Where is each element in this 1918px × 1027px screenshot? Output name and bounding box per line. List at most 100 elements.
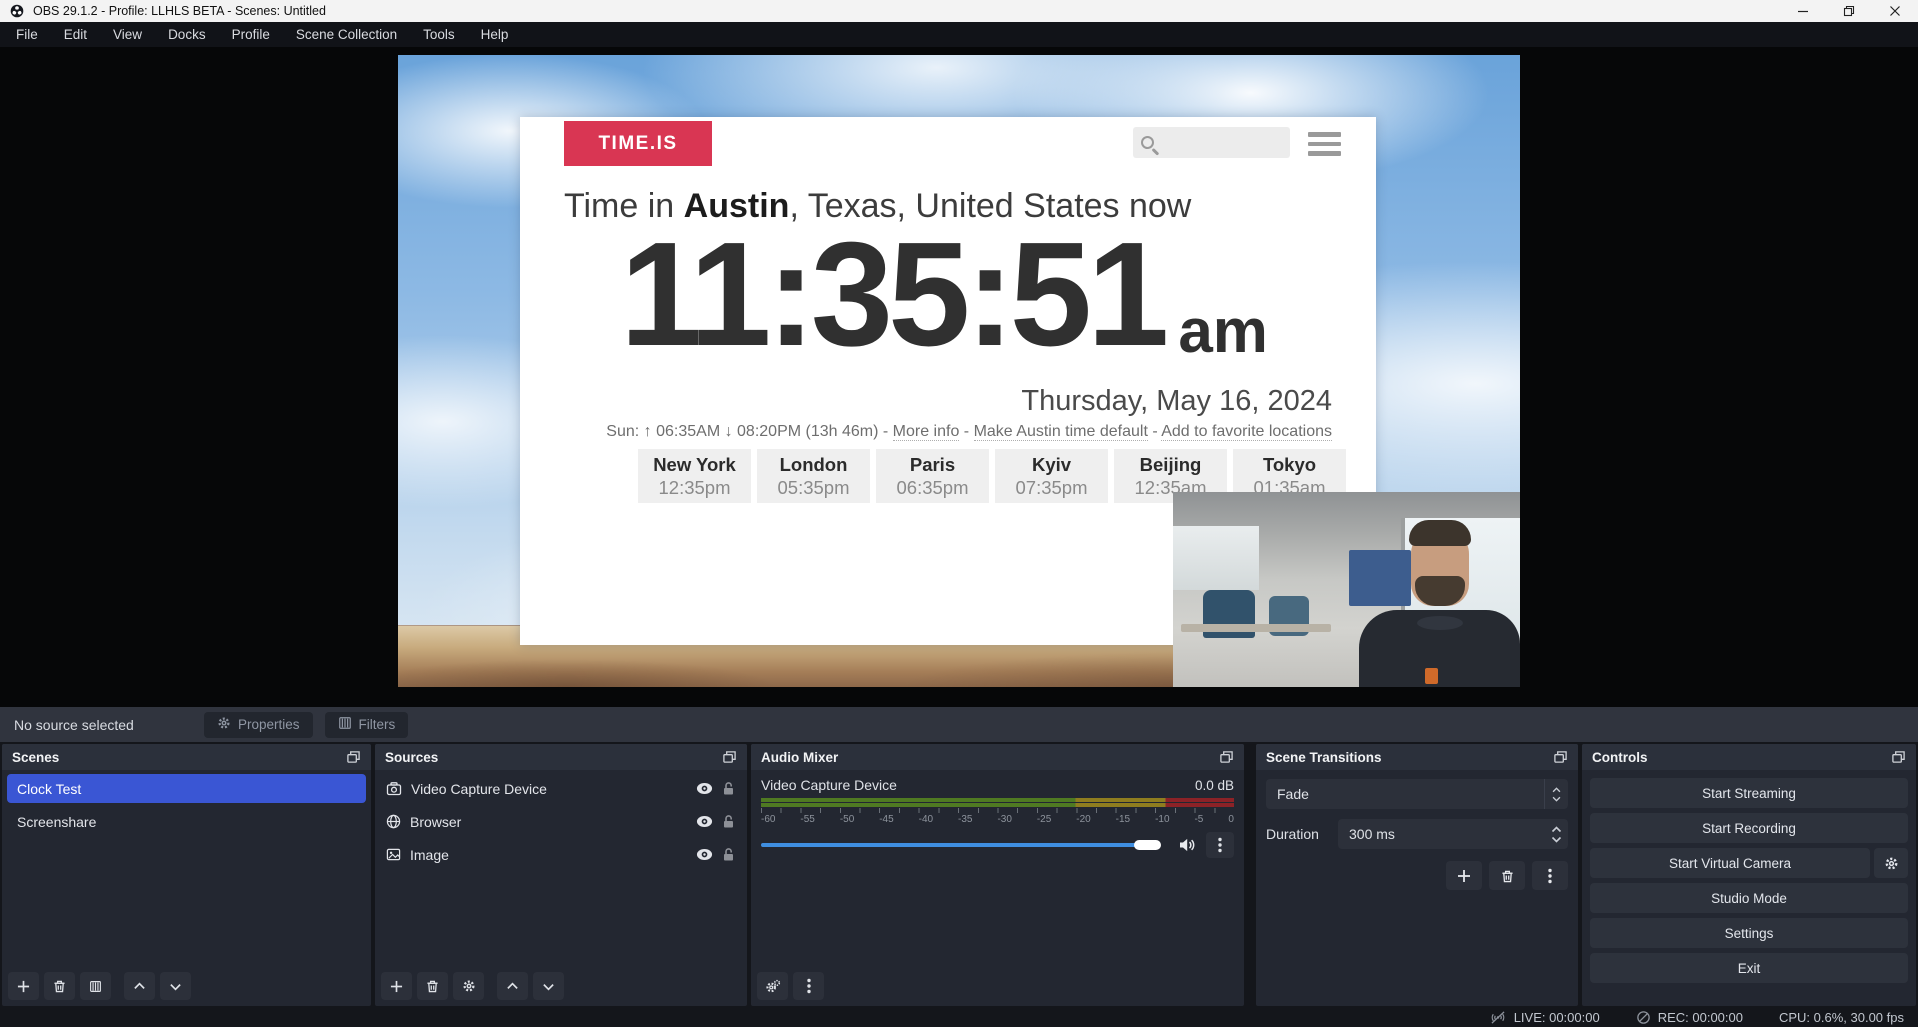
globe-icon [386,814,401,829]
popout-icon [1219,750,1234,764]
rec-status: REC: 00:00:00 [1636,1010,1743,1025]
eye-icon[interactable] [696,782,713,795]
start-virtual-camera-button[interactable]: Start Virtual Camera [1590,848,1870,878]
lock-icon[interactable] [722,814,735,829]
spin-chevrons-icon[interactable] [1544,819,1568,849]
mixer-toolbar [751,966,1244,1006]
hamburger-menu-icon [1308,132,1341,156]
advanced-audio-button[interactable] [757,972,788,1000]
scenes-list: Clock Test Screenshare [2,770,371,966]
obs-window: OBS 29.1.2 - Profile: LLHLS BETA - Scene… [0,0,1918,1027]
audio-mixer-header[interactable]: Audio Mixer [751,744,1244,770]
start-recording-button[interactable]: Start Recording [1590,813,1908,843]
gear-icon [1884,856,1899,871]
source-item-image[interactable]: Image [375,840,747,869]
lock-icon[interactable] [722,847,735,862]
source-item-browser[interactable]: Browser [375,807,747,836]
scene-filters-button[interactable] [80,972,111,1000]
source-properties-button[interactable] [453,972,484,1000]
controls-header[interactable]: Controls [1582,744,1916,770]
add-source-button[interactable] [381,972,412,1000]
hoodie-logo [1425,668,1438,684]
settings-button[interactable]: Settings [1590,918,1908,948]
source-move-up-button[interactable] [497,972,528,1000]
city-newyork: New York12:35pm [638,449,751,503]
start-streaming-button[interactable]: Start Streaming [1590,778,1908,808]
speaker-icon[interactable] [1178,837,1196,853]
mixer-level-db: 0.0 dB [1195,778,1234,793]
timeis-sun-line: Sun: ↑ 06:35AM ↓ 08:20PM (13h 46m) - Mor… [606,423,1332,441]
image-icon [386,847,401,862]
virtual-camera-settings-button[interactable] [1874,848,1908,878]
scenes-header[interactable]: Scenes [2,744,371,770]
menu-tools[interactable]: Tools [410,22,468,47]
gear-icon [217,716,231,733]
titlebar[interactable]: OBS 29.1.2 - Profile: LLHLS BETA - Scene… [0,0,1918,22]
popout-icon [722,750,737,764]
controls-body: Start Streaming Start Recording Start Vi… [1582,770,1916,1006]
dots-vertical-icon [1548,868,1552,884]
add-scene-button[interactable] [8,972,39,1000]
menu-profile[interactable]: Profile [219,22,283,47]
search-icon [1141,136,1154,149]
transition-properties-button[interactable] [1532,861,1568,890]
volume-slider-fill [761,843,1138,847]
eye-icon[interactable] [696,815,713,828]
minimize-button[interactable] [1780,0,1826,22]
menu-help[interactable]: Help [468,22,522,47]
person-beard [1415,576,1465,606]
studio-mode-button[interactable]: Studio Mode [1590,883,1908,913]
timeis-date: Thursday, May 16, 2024 [1021,385,1332,418]
sources-toolbar [375,966,747,1006]
sources-header[interactable]: Sources [375,744,747,770]
source-item-video-capture[interactable]: Video Capture Device [375,774,747,803]
close-button[interactable] [1872,0,1918,22]
scene-item-clock-test[interactable]: Clock Test [7,774,366,803]
person-collar [1417,616,1463,630]
filters-button[interactable]: Filters [325,712,409,738]
mixer-channel-menu-button[interactable] [1206,832,1234,858]
live-status: LIVE: 00:00:00 [1489,1010,1600,1025]
timeis-clock: 11:35:51 am [544,221,1344,369]
menu-docks[interactable]: Docks [155,22,219,47]
properties-button[interactable]: Properties [204,712,313,738]
person-hair [1409,520,1471,546]
duration-label: Duration [1266,826,1328,842]
menu-file[interactable]: File [3,22,51,47]
dots-vertical-icon [807,978,811,994]
remove-source-button[interactable] [417,972,448,1000]
obs-logo-icon [10,4,24,18]
exit-button[interactable]: Exit [1590,953,1908,983]
restore-button[interactable] [1826,0,1872,22]
scene-move-down-button[interactable] [160,972,191,1000]
source-move-down-button[interactable] [533,972,564,1000]
record-inactive-icon [1636,1010,1651,1025]
remove-scene-button[interactable] [44,972,75,1000]
lock-icon[interactable] [722,781,735,796]
meter-ruler [761,808,1234,813]
volume-slider-handle[interactable] [1134,840,1161,850]
volume-slider[interactable] [761,836,1166,854]
eye-icon[interactable] [696,848,713,861]
preview-canvas[interactable]: TIME.IS Time in Austin, Texas, United St… [398,55,1520,687]
duration-spinbox[interactable]: 300 ms [1338,819,1568,849]
make-default-link: Make Austin time default [974,423,1148,441]
mixer-menu-button[interactable] [793,972,824,1000]
menu-scene-collection[interactable]: Scene Collection [283,22,410,47]
popout-icon [1891,750,1906,764]
menu-view[interactable]: View [100,22,155,47]
remove-transition-button[interactable] [1489,861,1525,890]
office-partition [1349,550,1411,606]
webcam-overlay [1173,492,1520,687]
status-bar: LIVE: 00:00:00 REC: 00:00:00 CPU: 0.6%, … [0,1008,1918,1027]
transitions-header[interactable]: Scene Transitions [1256,744,1578,770]
clock-meridiem: am [1178,301,1268,363]
meter-tick-labels: -60-55-50-45-40-35-30-25-20-15-10-50 [761,814,1234,825]
menu-edit[interactable]: Edit [51,22,100,47]
scene-move-up-button[interactable] [124,972,155,1000]
add-transition-button[interactable] [1446,861,1482,890]
dots-vertical-icon [1218,837,1222,853]
mixer-channel-name: Video Capture Device [761,777,897,793]
scene-item-screenshare[interactable]: Screenshare [7,807,366,836]
transition-select[interactable]: Fade [1266,779,1568,809]
